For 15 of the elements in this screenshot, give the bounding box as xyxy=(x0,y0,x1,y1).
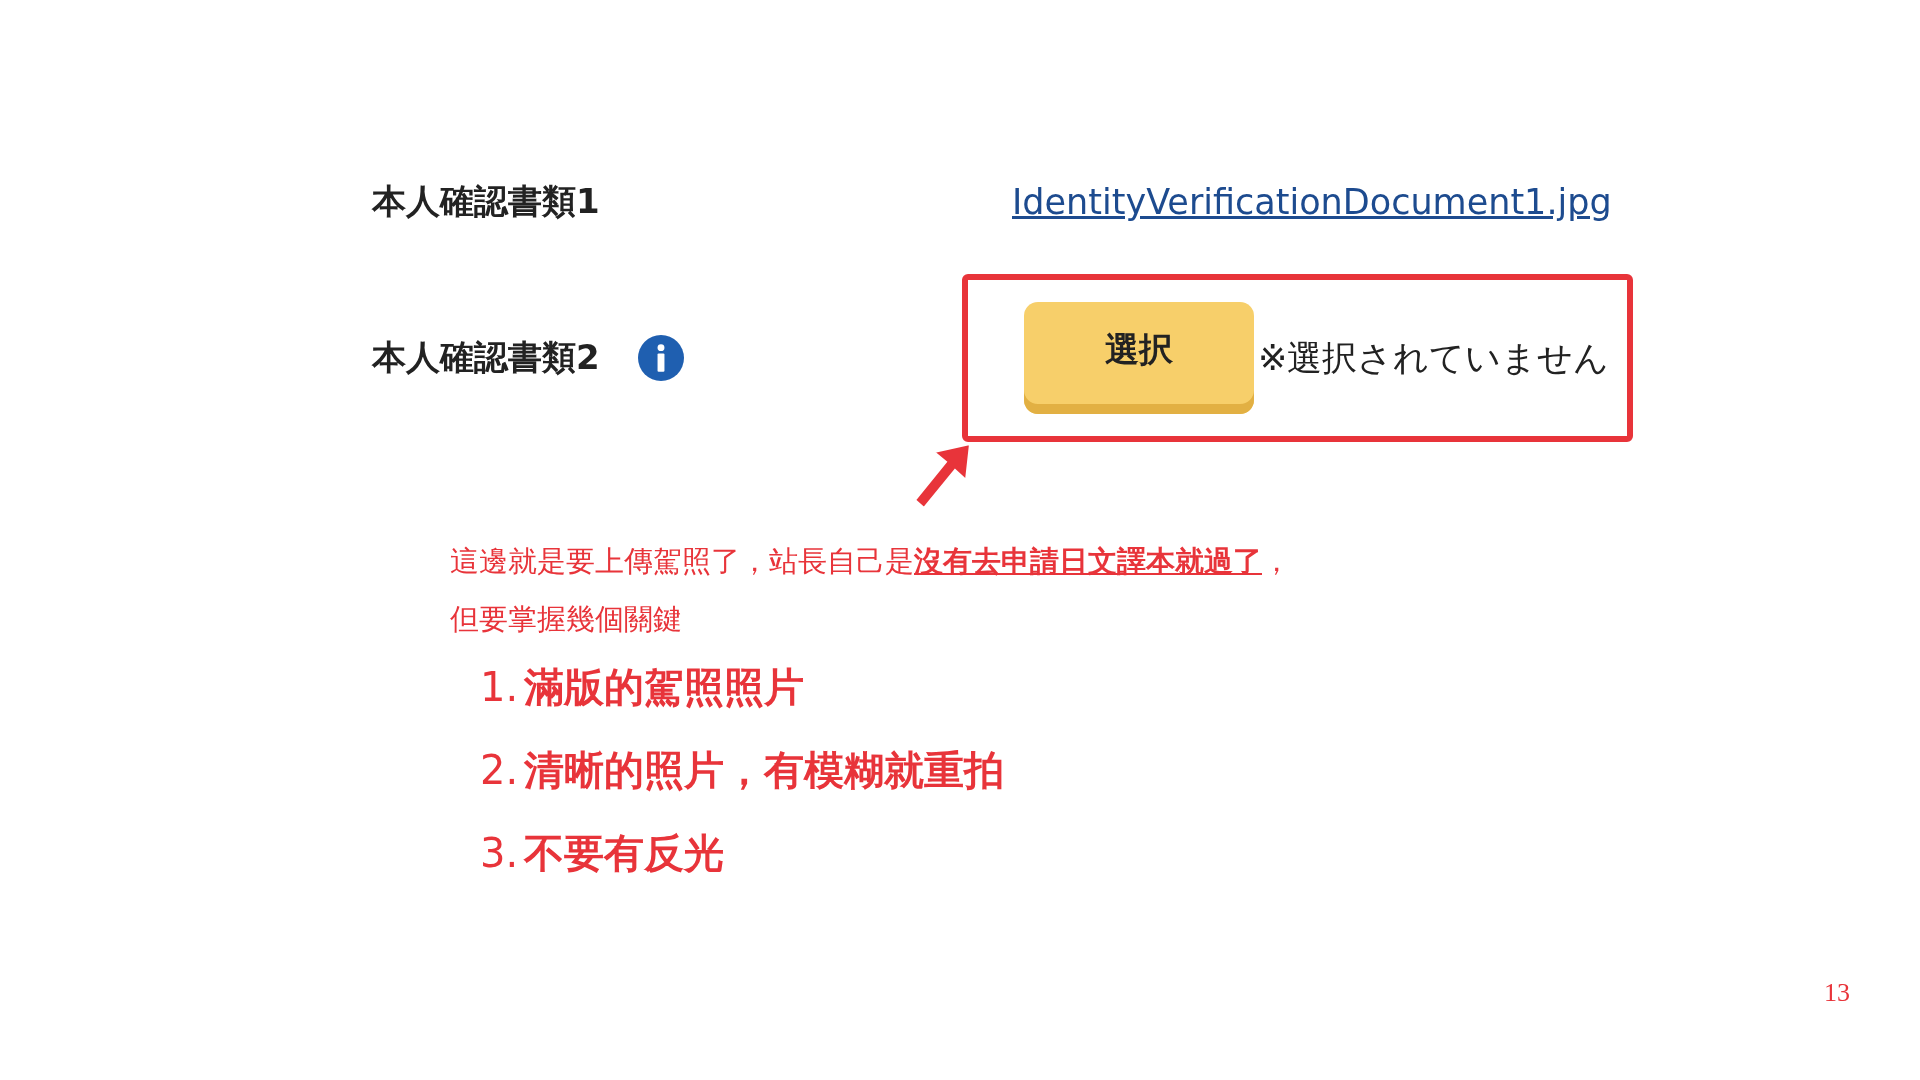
tip-text: 滿版的駕照照片 xyxy=(524,663,805,712)
item-number: 3. xyxy=(480,830,519,876)
item-number: 1. xyxy=(480,664,519,710)
item-number: 2. xyxy=(480,747,519,793)
tip-text: 清晰的照片，有模糊就重拍 xyxy=(524,746,1005,795)
info-icon[interactable] xyxy=(637,335,684,381)
field-label: 本人確認書類1 xyxy=(372,180,600,223)
select-button[interactable]: 選択 xyxy=(1024,302,1254,414)
note-text: 這邊就是要上傳駕照了，站長自己是沒有去申請日文譯本就過了， xyxy=(450,543,1292,580)
file-link[interactable]: IdentityVerificationDocument1.jpg xyxy=(1012,170,1612,234)
status-text: ※選択されていません xyxy=(1258,336,1610,380)
tip-text: 不要有反光 xyxy=(524,829,725,878)
field-label: 本人確認書類2 xyxy=(372,336,600,379)
page-number: 13 xyxy=(1824,978,1850,1007)
note-text: 但要掌握幾個關鍵 xyxy=(450,601,683,638)
